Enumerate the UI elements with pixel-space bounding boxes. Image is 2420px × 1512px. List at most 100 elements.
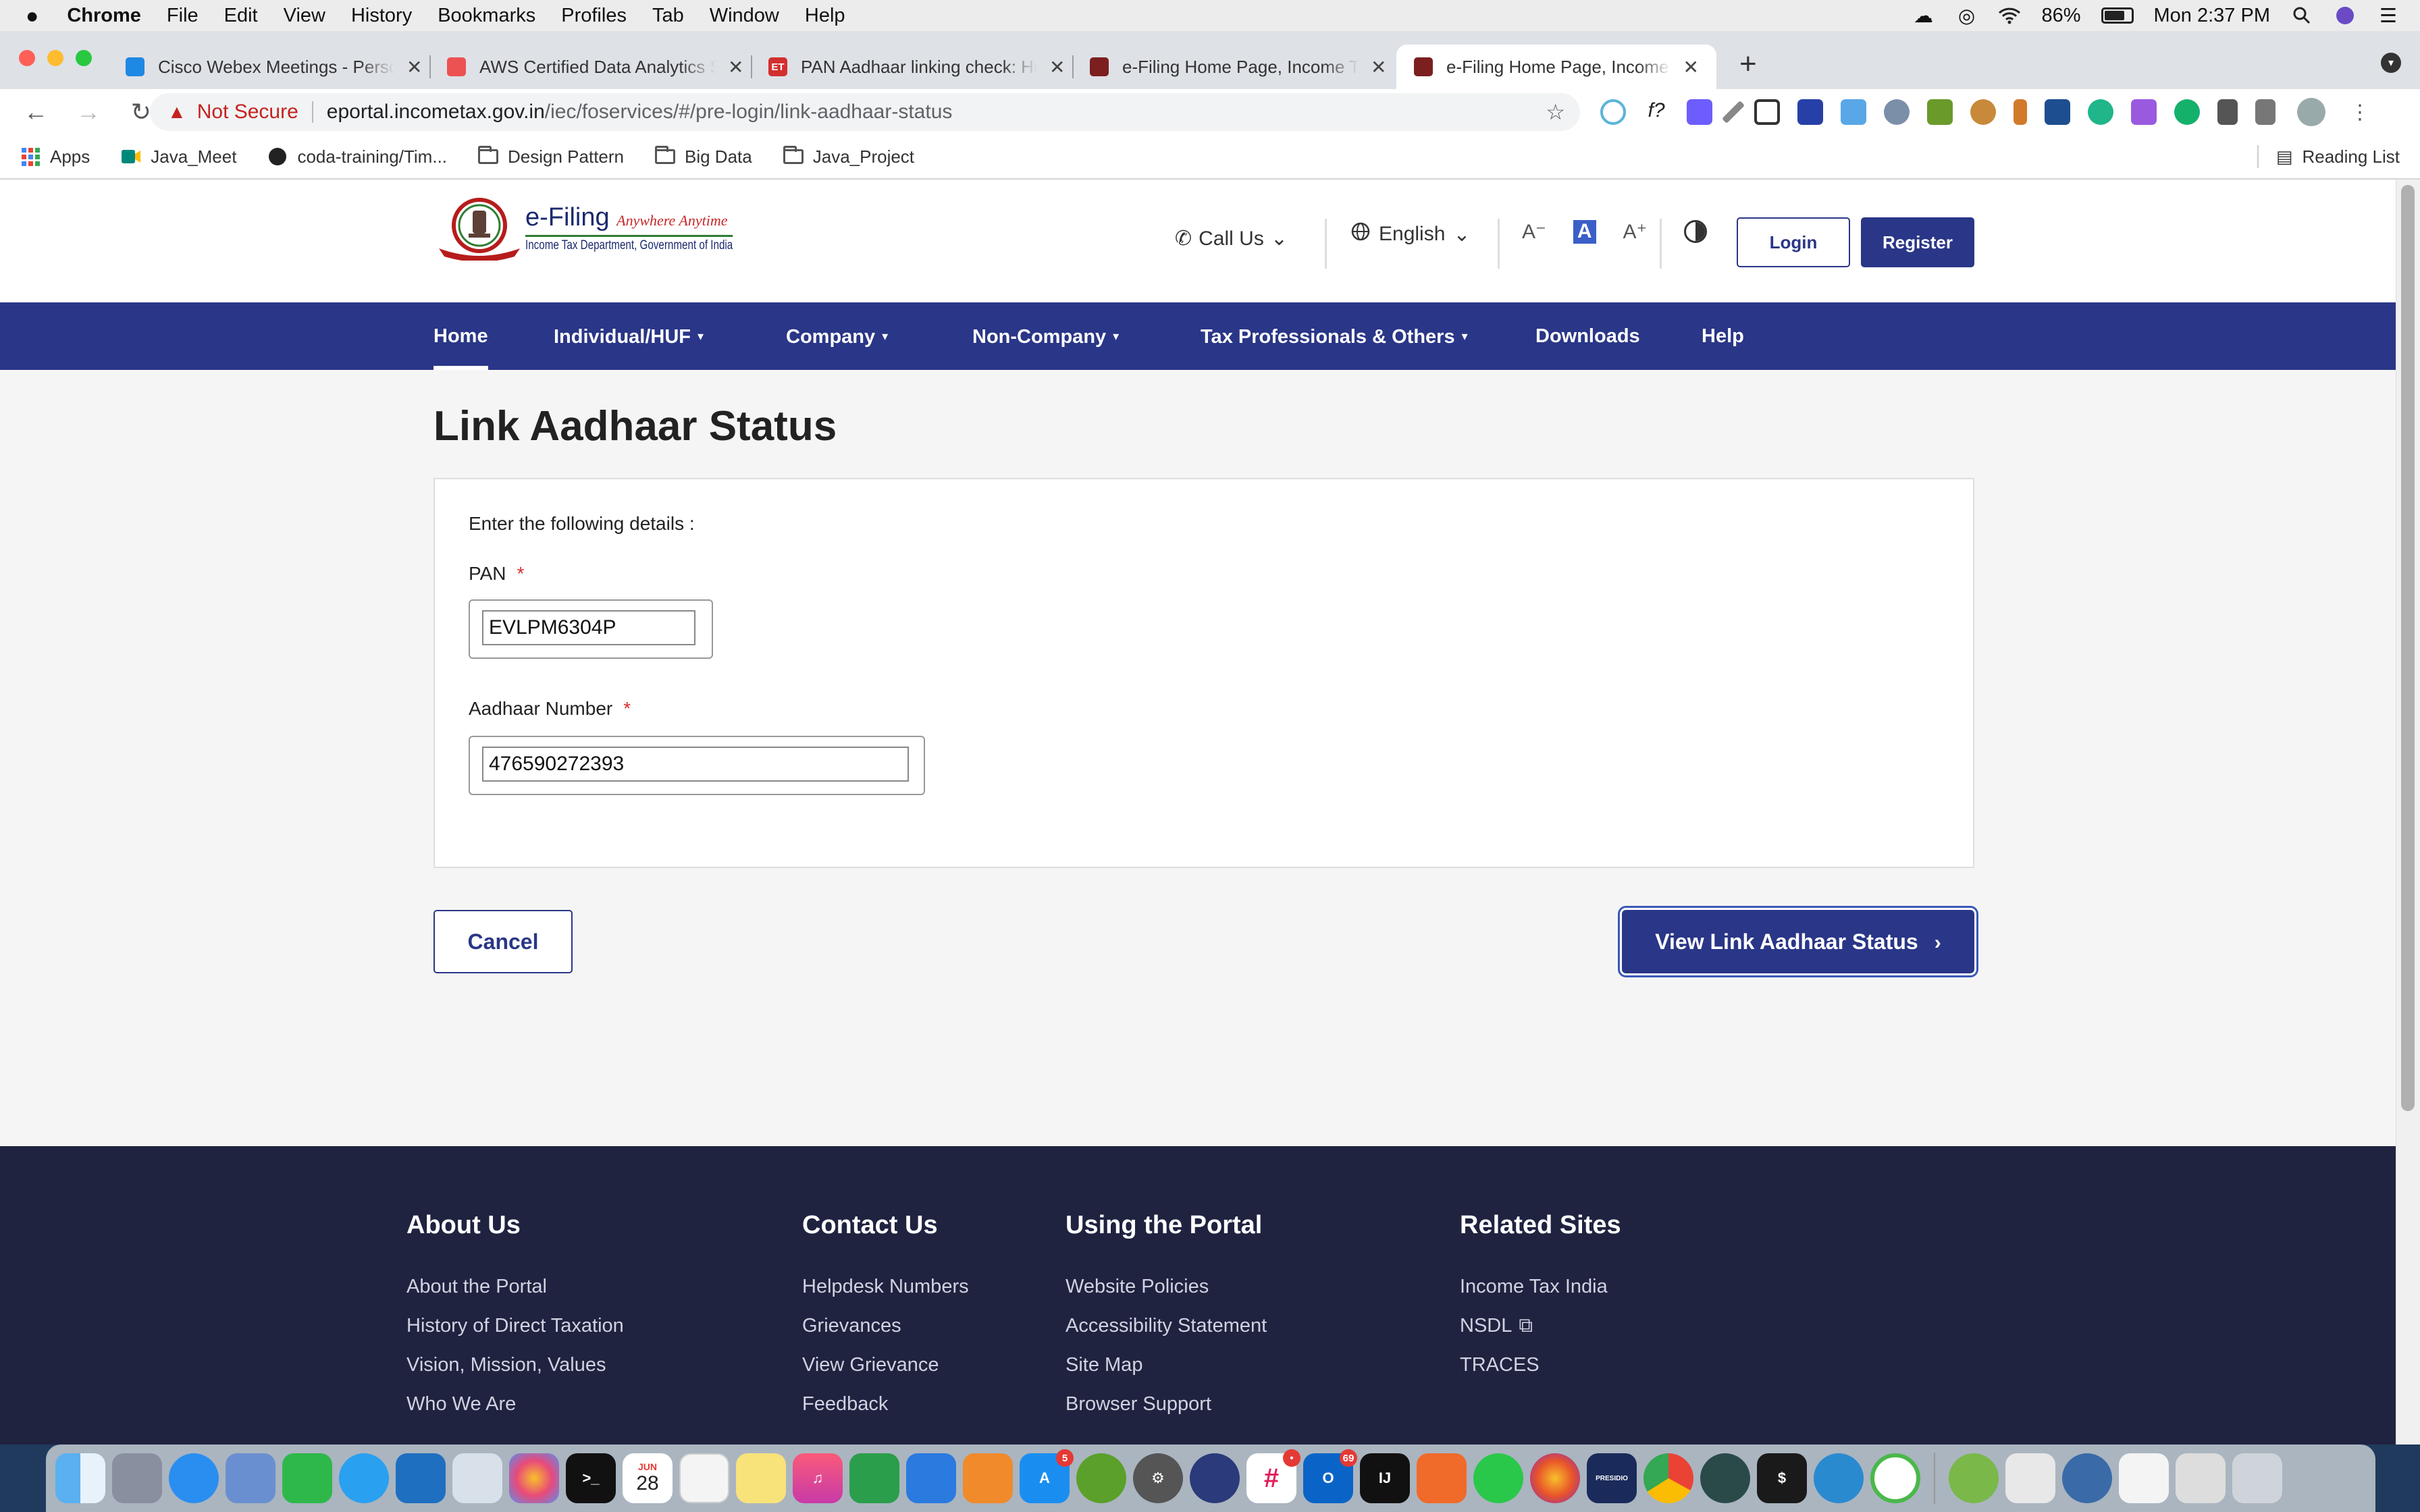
pages-icon[interactable]: [963, 1453, 1013, 1503]
footer-link[interactable]: Site Map: [1066, 1345, 1267, 1384]
bookmark-big-data[interactable]: Big Data: [655, 146, 752, 167]
tab-efiling-active[interactable]: e-Filing Home Page, Income Tax Departmen…: [1396, 45, 1716, 89]
forward-icon[interactable]: →: [72, 98, 105, 126]
bookmark-java-meet[interactable]: Java_Meet: [121, 146, 236, 167]
default-font-button[interactable]: A: [1573, 220, 1596, 244]
media-queue-icon[interactable]: [2255, 99, 2276, 125]
eyedropper-icon[interactable]: [1722, 101, 1745, 124]
extension-icon[interactable]: [1797, 99, 1823, 125]
nav-individual-huf[interactable]: Individual/HUF ▾: [554, 302, 704, 370]
preview-icon[interactable]: [226, 1453, 275, 1503]
call-us-dropdown[interactable]: ✆ Call Us ⌄: [1175, 227, 1288, 250]
safari-icon[interactable]: [169, 1453, 219, 1503]
extensions-puzzle-icon[interactable]: [2217, 99, 2238, 125]
maps-icon[interactable]: [452, 1453, 502, 1503]
efiling-logo[interactable]: e-Filing Anywhere Anytime Income Tax Dep…: [433, 196, 785, 262]
nav-home[interactable]: Home: [433, 302, 488, 370]
chrome-menu-icon[interactable]: ⋮: [2350, 101, 2370, 124]
reading-list-button[interactable]: ▤ Reading List: [2257, 145, 2400, 168]
battery-icon[interactable]: [2101, 7, 2134, 24]
menu-profiles[interactable]: Profiles: [561, 5, 627, 27]
tab-pan-aadhaar-article[interactable]: ET PAN Aadhaar linking check: How to ✕: [751, 45, 1082, 89]
launchpad-icon[interactable]: [112, 1453, 162, 1503]
spring-folder-icon[interactable]: [1949, 1453, 1999, 1503]
menubar-clock[interactable]: Mon 2:37 PM: [2154, 5, 2270, 27]
footer-link[interactable]: Vision, Mission, Values: [406, 1345, 624, 1384]
nav-help[interactable]: Help: [1702, 302, 1744, 370]
aadhaar-number-input[interactable]: [482, 747, 909, 782]
messages-icon[interactable]: [339, 1453, 389, 1503]
back-icon[interactable]: ←: [19, 98, 53, 126]
extension-icon[interactable]: [1600, 99, 1626, 125]
extension-icon[interactable]: [2014, 99, 2027, 125]
tab-close-icon[interactable]: ✕: [1049, 56, 1065, 78]
wifi-icon[interactable]: [1998, 6, 2021, 25]
quicktime-icon[interactable]: [1814, 1453, 1864, 1503]
extension-icon[interactable]: [1884, 99, 1910, 125]
photos-icon[interactable]: [509, 1453, 559, 1503]
grammarly-icon[interactable]: [2174, 99, 2200, 125]
scrollbar-thumb[interactable]: [2401, 185, 2415, 1111]
tab-close-icon[interactable]: ✕: [728, 56, 743, 78]
tab-search-icon[interactable]: ▾: [2381, 53, 2401, 73]
iterm-icon[interactable]: $: [1757, 1453, 1807, 1503]
numbers-icon[interactable]: [849, 1453, 899, 1503]
terminal-icon[interactable]: >_: [566, 1453, 616, 1503]
footer-link[interactable]: Who We Are: [406, 1384, 624, 1424]
extension-icon[interactable]: [2088, 99, 2113, 125]
chrome-icon[interactable]: [1643, 1453, 1693, 1503]
cloud-status-icon[interactable]: ☁: [1912, 5, 1935, 27]
outlook-icon[interactable]: O 69: [1303, 1449, 1357, 1503]
extension-icon[interactable]: [1687, 99, 1712, 125]
finder-icon[interactable]: [55, 1453, 105, 1503]
footer-link[interactable]: View Grievance: [802, 1345, 969, 1384]
function-extension-icon[interactable]: f?: [1643, 99, 1669, 125]
footer-link[interactable]: Feedback: [802, 1384, 969, 1424]
bookmark-coda-training[interactable]: coda-training/Tim...: [267, 146, 447, 167]
music-icon[interactable]: ♫: [793, 1453, 843, 1503]
document-stack-icon[interactable]: [2005, 1453, 2055, 1503]
address-bar[interactable]: ▲ Not Secure eportal.incometax.gov.in/ie…: [150, 93, 1580, 131]
menu-bookmarks[interactable]: Bookmarks: [438, 5, 535, 27]
footer-link[interactable]: Accessibility Statement: [1066, 1306, 1267, 1345]
contrast-toggle-icon[interactable]: [1684, 220, 1707, 243]
documents-stack-icon[interactable]: [2176, 1453, 2226, 1503]
eclipse-icon[interactable]: [1190, 1453, 1240, 1503]
view-link-aadhaar-status-button[interactable]: View Link Aadhaar Status ›: [1622, 910, 1974, 973]
facetime-icon[interactable]: [282, 1453, 332, 1503]
menu-history[interactable]: History: [351, 5, 412, 27]
bookmark-star-icon[interactable]: ☆: [1546, 99, 1565, 125]
footer-link[interactable]: History of Direct Taxation: [406, 1306, 624, 1345]
menu-file[interactable]: File: [167, 5, 199, 27]
footer-link[interactable]: NSDL ⧉: [1460, 1306, 1621, 1345]
cookie-extension-icon[interactable]: [1970, 99, 1996, 125]
close-window-button[interactable]: [19, 50, 35, 66]
vscode-icon[interactable]: [396, 1453, 446, 1503]
login-button[interactable]: Login: [1737, 217, 1850, 267]
warning-triangle-icon[interactable]: ▲: [167, 101, 186, 123]
minimize-window-button[interactable]: [47, 50, 63, 66]
extension-icon[interactable]: [2131, 99, 2157, 125]
tab-aws-course[interactable]: AWS Certified Data Analytics Specialty ✕: [429, 45, 761, 89]
apple-menu-icon[interactable]: ●: [26, 3, 38, 28]
footer-link[interactable]: Website Policies: [1066, 1267, 1267, 1306]
not-secure-label[interactable]: Not Secure: [197, 101, 298, 124]
tab-close-icon[interactable]: ✕: [406, 56, 422, 78]
siri-icon[interactable]: [2334, 6, 2357, 25]
sublime-icon[interactable]: [1417, 1453, 1467, 1503]
zoom-window-button[interactable]: [76, 50, 92, 66]
whatsapp-icon[interactable]: [1473, 1453, 1523, 1503]
bookmark-apps[interactable]: Apps: [20, 146, 90, 167]
tab-close-icon[interactable]: ✕: [1371, 56, 1386, 78]
language-selector[interactable]: English ⌄: [1350, 221, 1471, 247]
system-preferences-icon[interactable]: ⚙: [1133, 1453, 1183, 1503]
register-button[interactable]: Register: [1861, 217, 1974, 267]
presidio-icon[interactable]: PRESIDIO: [1587, 1453, 1637, 1503]
control-center-icon[interactable]: ☰: [2377, 5, 2400, 27]
extension-icon[interactable]: [2045, 99, 2070, 125]
nav-company[interactable]: Company ▾: [786, 302, 888, 370]
nav-non-company[interactable]: Non-Company ▾: [972, 302, 1119, 370]
footer-link[interactable]: TRACES: [1460, 1345, 1621, 1384]
intellij-icon[interactable]: IJ: [1360, 1453, 1410, 1503]
cancel-button[interactable]: Cancel: [433, 910, 573, 973]
